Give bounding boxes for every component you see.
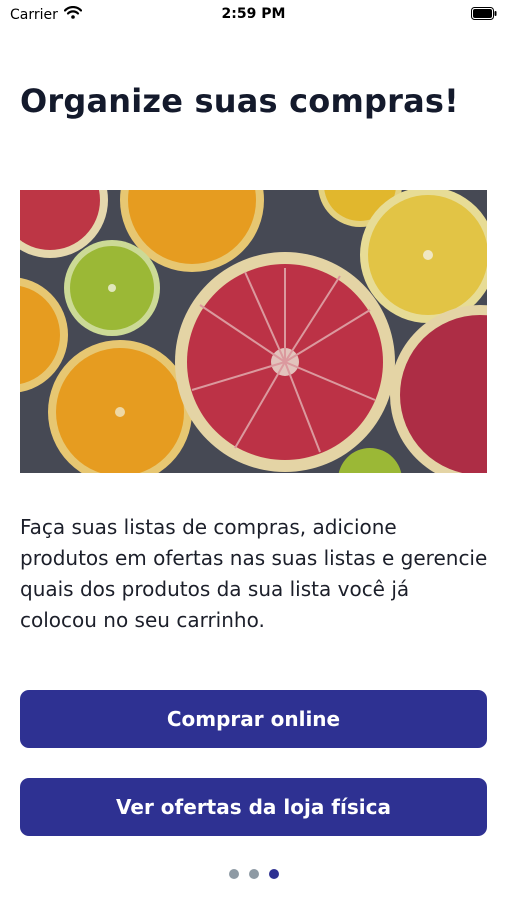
citrus-hero-image: [20, 190, 487, 473]
status-time: 2:59 PM: [221, 6, 286, 22]
store-offers-button[interactable]: Ver ofertas da loja física: [20, 778, 487, 836]
buy-online-button[interactable]: Comprar online: [20, 690, 487, 748]
battery-icon: [471, 7, 497, 20]
page-dot-1[interactable]: [228, 869, 239, 879]
page-dot-2[interactable]: [248, 869, 259, 879]
description-text: Faça suas listas de compras, adicione pr…: [20, 515, 488, 632]
status-bar: Carrier 2:59 PM: [0, 0, 507, 30]
page-indicator: [0, 869, 507, 879]
page-title: Organize suas compras!: [20, 82, 459, 120]
page-dot-3[interactable]: [268, 869, 279, 879]
